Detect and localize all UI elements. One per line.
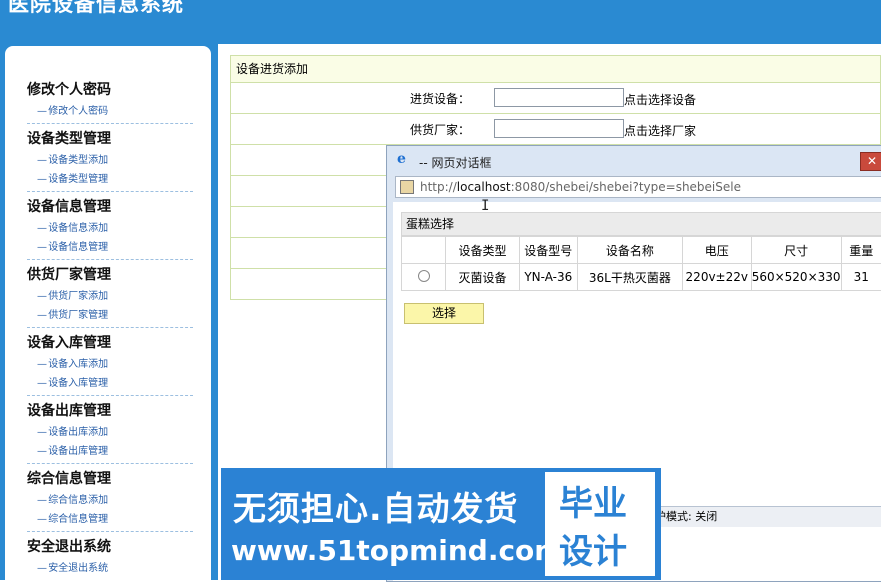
table-cell: 560×520×330 (751, 264, 841, 291)
column-header: 设备型号 (519, 237, 577, 264)
table-cell: YN-A-36 (519, 264, 577, 291)
sidebar-group-title: 设备信息管理 (27, 197, 193, 217)
sidebar-group-password: 修改个人密码 — 修改个人密码 (27, 80, 193, 124)
sidebar-group-stock-out: 设备出库管理 — 设备出库添加 — 设备出库管理 (27, 401, 193, 464)
sidebar-item-logout[interactable]: — 安全退出系统 (27, 559, 193, 578)
sidebar-item-supplier-add[interactable]: — 供货厂家添加 (27, 287, 193, 306)
watermark-box-bottom: 设计 (559, 524, 627, 573)
sidebar-group-title: 设备类型管理 (27, 129, 193, 149)
device-table: 设备类型 设备型号 设备名称 电压 尺寸 重量 灭菌设备 YN-A-36 36L… (401, 236, 881, 291)
table-cell: 220v±22v (682, 264, 751, 291)
dialog-titlebar: e -- 网页对话框 ✕ (387, 146, 881, 174)
watermark-line1: 无须担心.自动发货 (233, 482, 519, 530)
watermark-banner: 无须担心.自动发货 www.51topmind.com 毕业 设计 (221, 468, 661, 580)
table-row: 灭菌设备 YN-A-36 36L干热灭菌器 220v±22v 560×520×3… (402, 264, 881, 291)
watermark-box-top: 毕业 (559, 476, 627, 525)
sidebar-group-stock-in: 设备入库管理 — 设备入库添加 — 设备入库管理 (27, 333, 193, 396)
row-select-cell (402, 264, 446, 291)
page-icon (400, 180, 414, 194)
selection-caption: 蛋糕选择 (401, 212, 881, 236)
sidebar-group-title: 设备出库管理 (27, 401, 193, 421)
sidebar-item-stock-out-add[interactable]: — 设备出库添加 (27, 423, 193, 442)
column-header: 设备名称 (577, 237, 682, 264)
select-button[interactable]: 选择 (404, 303, 484, 324)
device-input[interactable] (494, 88, 624, 107)
sidebar: 修改个人密码 — 修改个人密码 设备类型管理 — 设备类型添加 — 设备类型管理… (5, 46, 211, 580)
form-row-supplier: 供货厂家： 点击选择厂家 (230, 114, 881, 145)
column-header: 设备类型 (446, 237, 520, 264)
sidebar-group-title: 供货厂家管理 (27, 265, 193, 285)
field-label: 进货设备： (410, 90, 470, 107)
form-heading: 设备进货添加 (230, 55, 881, 83)
sidebar-group-title: 综合信息管理 (27, 469, 193, 489)
column-header: 尺寸 (751, 237, 841, 264)
divider (27, 191, 193, 192)
text-cursor-icon: I (481, 198, 489, 214)
sidebar-group-title: 修改个人密码 (27, 80, 193, 100)
sidebar-group-supplier: 供货厂家管理 — 供货厂家添加 — 供货厂家管理 (27, 265, 193, 328)
watermark-box: 毕业 设计 (545, 472, 655, 576)
divider (27, 123, 193, 124)
sidebar-item-general-info-add[interactable]: — 综合信息添加 (27, 491, 193, 510)
table-header-row: 设备类型 设备型号 设备名称 电压 尺寸 重量 (402, 237, 881, 264)
sidebar-item-stock-out-manage[interactable]: — 设备出库管理 (27, 442, 193, 461)
sidebar-item-device-type-manage[interactable]: — 设备类型管理 (27, 170, 193, 189)
select-supplier-link[interactable]: 点击选择厂家 (624, 122, 696, 139)
sidebar-group-device-type: 设备类型管理 — 设备类型添加 — 设备类型管理 (27, 129, 193, 192)
sidebar-item-change-password[interactable]: — 修改个人密码 (27, 102, 193, 121)
sidebar-group-title: 安全退出系统 (27, 537, 193, 557)
sidebar-item-device-info-manage[interactable]: — 设备信息管理 (27, 238, 193, 257)
column-header (402, 237, 446, 264)
dialog-address-bar: http://localhost:8080/shebei/shebei?type… (395, 176, 881, 198)
sidebar-group-logout: 安全退出系统 — 安全退出系统 (27, 537, 193, 578)
divider (27, 463, 193, 464)
sidebar-item-device-info-add[interactable]: — 设备信息添加 (27, 219, 193, 238)
divider (27, 327, 193, 328)
row-radio[interactable] (418, 270, 430, 282)
close-button[interactable]: ✕ (860, 152, 881, 171)
sidebar-item-general-info-manage[interactable]: — 综合信息管理 (27, 510, 193, 529)
app-header: 医院设备信息系统 (0, 0, 881, 44)
dialog-url: http://localhost:8080/shebei/shebei?type… (420, 180, 741, 194)
table-cell: 灭菌设备 (446, 264, 520, 291)
sidebar-item-device-type-add[interactable]: — 设备类型添加 (27, 151, 193, 170)
divider (27, 259, 193, 260)
sidebar-group-title: 设备入库管理 (27, 333, 193, 353)
supplier-input[interactable] (494, 119, 624, 138)
divider (27, 395, 193, 396)
dialog-title: -- 网页对话框 (419, 154, 491, 171)
table-cell: 36L干热灭菌器 (577, 264, 682, 291)
sidebar-group-general-info: 综合信息管理 — 综合信息添加 — 综合信息管理 (27, 469, 193, 532)
column-header: 重量 (841, 237, 881, 264)
column-header: 电压 (682, 237, 751, 264)
divider (27, 531, 193, 532)
select-device-link[interactable]: 点击选择设备 (624, 91, 696, 108)
sidebar-item-stock-in-add[interactable]: — 设备入库添加 (27, 355, 193, 374)
app-title: 医院设备信息系统 (8, 0, 184, 18)
ie-icon: e (397, 152, 411, 166)
watermark-line2: www.51topmind.com (231, 534, 563, 567)
sidebar-group-device-info: 设备信息管理 — 设备信息添加 — 设备信息管理 (27, 197, 193, 260)
sidebar-item-stock-in-manage[interactable]: — 设备入库管理 (27, 374, 193, 393)
table-cell: 31 (841, 264, 881, 291)
field-label: 供货厂家： (410, 121, 470, 138)
form-row-device: 进货设备： 点击选择设备 (230, 83, 881, 114)
sidebar-item-supplier-manage[interactable]: — 供货厂家管理 (27, 306, 193, 325)
dialog-status-bar: 护模式: 关闭 (647, 506, 881, 527)
